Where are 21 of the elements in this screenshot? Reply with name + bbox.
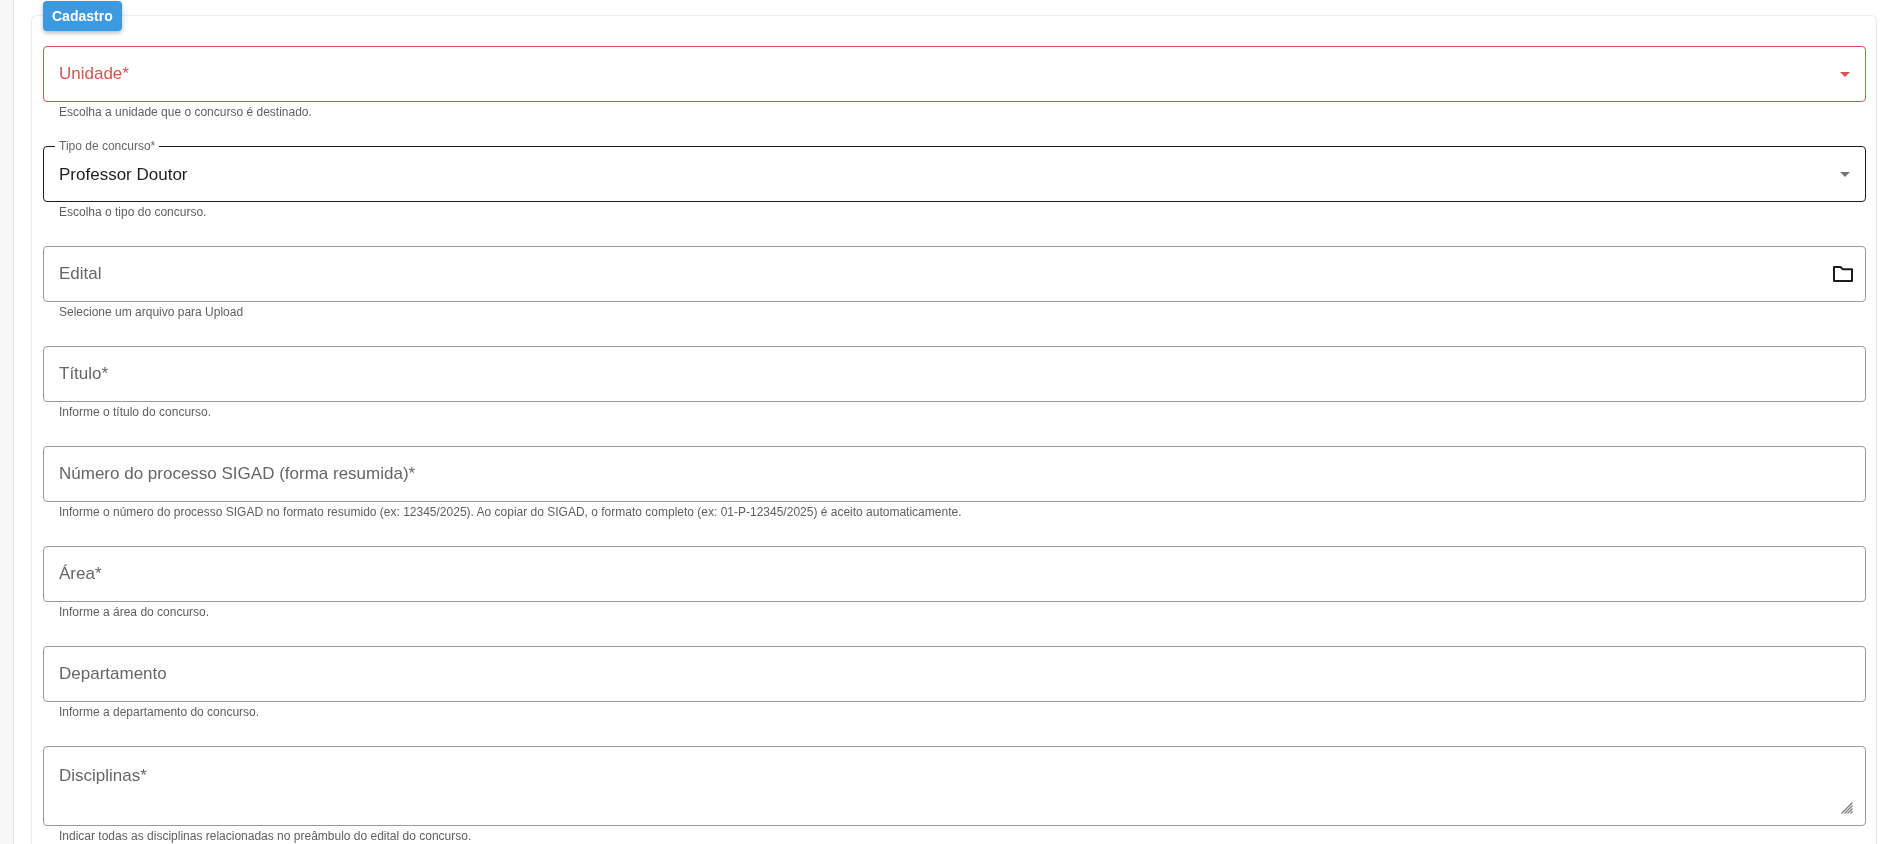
caret-icon xyxy=(1840,71,1850,77)
hint-text: Indicar todas as disciplinas relacionadas no preâmbulo do edital do concurso. xyxy=(58,829,473,843)
hint-text: Informe o número do processo SIGAD no formato resumido (ex: 12345/2025). Ao copiar do SIGAD, o formato completo (ex: 01-P-12345/2025) é aceito automaticamente. xyxy=(58,505,963,519)
resize-handle-icon[interactable] xyxy=(1841,802,1853,814)
hint-text: Escolha o tipo do concurso. xyxy=(58,205,208,219)
textarea-field[interactable]: Disciplinas* xyxy=(43,746,1866,826)
hint-text: Informe a departamento do concurso. xyxy=(58,705,261,719)
caret-icon xyxy=(1840,172,1850,177)
text-field[interactable]: Número do processo SIGAD (forma resumida)* xyxy=(43,446,1866,502)
text-field[interactable]: Título* xyxy=(43,346,1866,402)
folder-icon[interactable] xyxy=(1833,266,1853,282)
hint-text: Escolha a unidade que o concurso é destinado. xyxy=(58,105,313,119)
hint-text: Informe a área do concurso. xyxy=(58,605,211,619)
text-field[interactable]: Área* xyxy=(43,546,1866,602)
text-field[interactable]: Departamento xyxy=(43,646,1866,702)
select-field[interactable]: Tipo de concurso* Professor Doutor xyxy=(43,139,1866,202)
hint-text: Informe o título do concurso. xyxy=(58,405,213,419)
hint-text: Selecione um arquivo para Upload xyxy=(58,305,245,319)
select-field[interactable]: Unidade* xyxy=(43,46,1866,102)
section-title: Cadastro xyxy=(43,1,122,31)
file-input-field[interactable]: Edital xyxy=(43,246,1866,302)
